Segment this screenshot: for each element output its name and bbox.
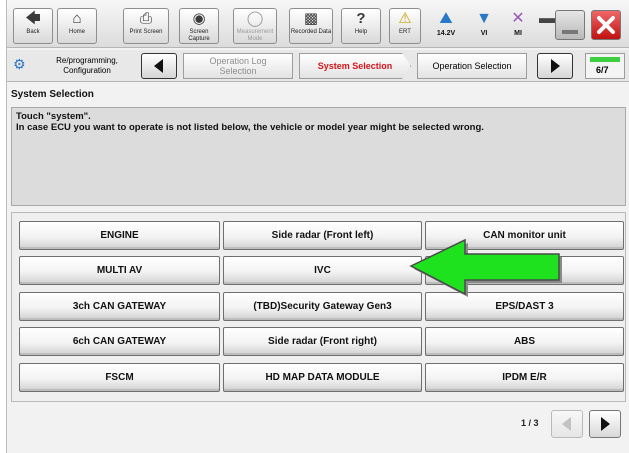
system-button-ivc[interactable]: IVC	[223, 256, 422, 285]
battery-status: ⛰ 14.2V	[427, 8, 465, 44]
page-counter: 1 / 3	[521, 418, 539, 428]
triangle-left-icon	[562, 417, 571, 431]
home-icon: ⌂	[72, 10, 82, 27]
app-frame: 🡄 Back ⌂ Home ⎙ Print Screen ◉ Screen Ca…	[6, 0, 629, 453]
system-button-hd-map-data-module[interactable]: HD MAP DATA MODULE	[223, 363, 422, 392]
system-button-3ch-can-gateway[interactable]: 3ch CAN GATEWAY	[19, 292, 220, 321]
triangle-right-icon	[601, 417, 610, 431]
recorded-data-button[interactable]: ▩ Recorded Data	[289, 8, 333, 44]
device-icon: ▬	[539, 10, 555, 27]
instruction-line-1: Touch "system".	[16, 111, 91, 122]
mi-status: ✕ MI	[503, 8, 533, 44]
system-button-hidden[interactable]	[425, 256, 624, 285]
system-button-security-gateway[interactable]: (TBD)Security Gateway Gen3	[223, 292, 422, 321]
system-button-fscm[interactable]: FSCM	[19, 363, 220, 392]
system-button-abs[interactable]: ABS	[425, 327, 624, 356]
screen-capture-button[interactable]: ◉ Screen Capture	[179, 8, 219, 44]
triangle-right-icon	[551, 59, 560, 73]
breadcrumb-next-button[interactable]	[537, 53, 573, 79]
measurement-mode-button[interactable]: ◯ Measurement Mode	[233, 8, 277, 44]
ert-button[interactable]: ⚠ ERT	[389, 8, 421, 44]
help-icon: ?	[356, 10, 366, 27]
breadcrumb-operation-selection[interactable]: Operation Selection	[417, 53, 527, 79]
instruction-box: Touch "system". In case ECU you want to …	[11, 107, 626, 206]
back-arrow-icon: 🡄	[25, 10, 41, 27]
system-button-can-monitor-unit[interactable]: CAN monitor unit	[425, 221, 624, 250]
help-button[interactable]: ? Help	[341, 8, 381, 44]
page-indicator: 6/7	[585, 53, 625, 79]
close-button[interactable]	[591, 10, 621, 40]
connection-status: ⛰ 14.2V ▼ VI ✕ MI ▬	[427, 8, 555, 44]
minimize-icon	[562, 30, 578, 34]
system-button-eps-dast-3[interactable]: EPS/DAST 3	[425, 292, 624, 321]
home-button[interactable]: ⌂ Home	[57, 8, 97, 44]
system-button-ipdm-er[interactable]: IPDM E/R	[425, 363, 624, 392]
signal-icon: ▼	[476, 10, 492, 27]
disconnected-x-icon: ✕	[511, 10, 525, 27]
breadcrumb: ⚙ Re/programming, Configuration Operatio…	[7, 50, 629, 82]
close-icon	[597, 16, 615, 34]
warning-icon: ⚠	[398, 10, 412, 27]
recorded-data-icon: ▩	[303, 10, 319, 27]
toolbar: 🡄 Back ⌂ Home ⎙ Print Screen ◉ Screen Ca…	[7, 0, 629, 48]
breadcrumb-prev-button[interactable]	[141, 53, 177, 79]
breadcrumb-reprogramming[interactable]: Re/programming, Configuration	[37, 53, 137, 79]
system-button-6ch-can-gateway[interactable]: 6ch CAN GATEWAY	[19, 327, 220, 356]
vi-status: ▼ VI	[469, 8, 499, 44]
reprogramming-icon: ⚙	[13, 56, 26, 72]
device-status: ▬	[537, 8, 557, 44]
prev-page-button[interactable]	[551, 410, 583, 438]
print-screen-button[interactable]: ⎙ Print Screen	[123, 8, 169, 44]
meter-icon: ◯	[246, 10, 264, 27]
next-page-button[interactable]	[589, 410, 621, 438]
back-button[interactable]: 🡄 Back	[13, 8, 53, 44]
breadcrumb-operation-log[interactable]: Operation Log Selection	[183, 53, 293, 79]
printer-icon: ⎙	[139, 10, 152, 27]
page-title: System Selection	[11, 89, 94, 100]
system-button-multi-av[interactable]: MULTI AV	[19, 256, 220, 285]
triangle-left-icon	[154, 59, 163, 73]
car-icon: ⛰	[439, 10, 453, 27]
camera-icon: ◉	[192, 10, 206, 27]
progress-bar	[590, 57, 620, 62]
system-button-side-radar-front-left[interactable]: Side radar (Front left)	[223, 221, 422, 250]
breadcrumb-system-selection[interactable]: System Selection	[299, 53, 411, 79]
system-button-side-radar-front-right[interactable]: Side radar (Front right)	[223, 327, 422, 356]
minimize-button[interactable]	[555, 10, 585, 40]
instruction-line-2: In case ECU you want to operate is not l…	[16, 122, 484, 133]
system-button-engine[interactable]: ENGINE	[19, 221, 220, 250]
